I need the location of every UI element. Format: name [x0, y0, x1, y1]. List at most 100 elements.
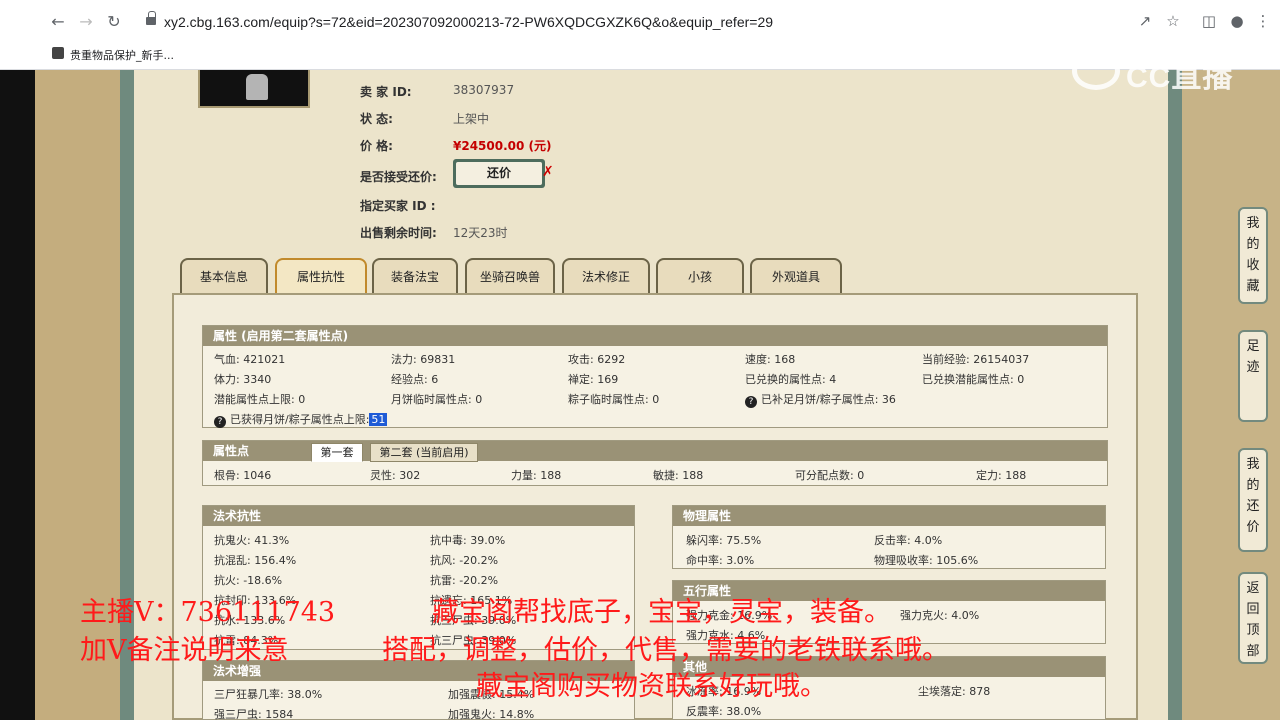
tab-children[interactable]: 小孩 [656, 258, 744, 294]
attr-cell: 潜能属性点上限: 0 [214, 393, 306, 406]
points-cell: 可分配点数: 0 [795, 469, 865, 482]
physical-cell: 物理吸收率: 105.6% [874, 554, 979, 567]
attr-cell: 已兑换潜能属性点: 0 [922, 373, 1025, 386]
tab-basic-info[interactable]: 基本信息 [180, 258, 268, 294]
sidepanel-icon[interactable]: ◫ [1200, 12, 1218, 30]
tab-attributes[interactable]: 属性抗性 [275, 258, 367, 294]
physical-title: 物理属性 [673, 506, 1105, 526]
resist-cell: 抗雷: -20.2% [430, 574, 499, 587]
points-cell: 敏捷: 188 [653, 469, 704, 482]
close-icon: ✗ [542, 164, 554, 180]
float-nav-char: 顶 [1246, 623, 1260, 638]
page-edge [0, 70, 35, 720]
attr-cell: 禅定: 169 [568, 373, 619, 386]
float-nav-char: 收 [1246, 258, 1260, 273]
resist-cell: 抗混乱: 156.4% [214, 554, 297, 567]
other-cell: 反震率: 38.0% [686, 705, 762, 718]
attr-cell: 月饼临时属性点: 0 [391, 393, 483, 406]
attr-cell: ? 已补足月饼/粽子属性点: 36 [745, 391, 896, 408]
cc-watermark: CC直播 [1126, 61, 1234, 94]
physical-cell: 反击率: 4.0% [874, 534, 943, 547]
attr-cell-text: 已补足月饼/粽子属性点: 36 [761, 393, 896, 406]
attr-cell: 当前经验: 26154037 [922, 353, 1030, 366]
enhance-cell: 强三尸虫: 1584 [214, 708, 294, 720]
favorites-button[interactable]: 我的收藏 [1238, 207, 1268, 304]
share-icon[interactable]: ↗ [1136, 12, 1154, 30]
tab-spell-mods[interactable]: 法术修正 [562, 258, 650, 294]
attr-cell: 攻击: 6292 [568, 353, 626, 366]
float-nav-char: 还 [1246, 499, 1260, 514]
status-value: 上架中 [453, 112, 490, 126]
cc-logo-icon [1072, 52, 1120, 90]
attr-cell: 粽子临时属性点: 0 [568, 393, 660, 406]
overlay-purchase: 藏宝阁购买物资联系好玩哦。 [476, 671, 827, 702]
points-cell: 根骨: 1046 [214, 469, 272, 482]
overlay-services-2: 搭配，调整，估价，代售，需要的老铁联系哦。 [382, 635, 949, 666]
tab-mounts-pets[interactable]: 坐骑召唤兽 [465, 258, 555, 294]
resist-cell: 抗风: -20.2% [430, 554, 499, 567]
attr-cell: 经验点: 6 [391, 373, 439, 386]
tab-appearance[interactable]: 外观道具 [750, 258, 842, 294]
haggle-label: 是否接受还价: [360, 170, 437, 184]
enhance-cell: 三尸狂暴几率: 38.0% [214, 688, 323, 701]
tab-point-set-1[interactable]: 第一套 [311, 443, 363, 462]
points-cell: 力量: 188 [511, 469, 562, 482]
resist-title: 法术抗性 [203, 506, 634, 526]
attr-cell: 速度: 168 [745, 353, 796, 366]
help-icon[interactable]: ? [214, 416, 226, 428]
tab-point-set-2[interactable]: 第二套 (当前启用) [370, 443, 478, 462]
haggle-button[interactable]: 还价 [453, 159, 545, 188]
float-nav-char: 价 [1246, 520, 1260, 535]
buyer-id-label: 指定买家 ID : [360, 199, 436, 213]
seller-id-value: 38307937 [453, 83, 515, 97]
attr-cell: 气血: 421021 [214, 353, 286, 366]
status-label: 状 态: [360, 112, 393, 126]
resist-cell: 抗火: -18.6% [214, 574, 283, 587]
float-nav-char: 返 [1246, 581, 1260, 596]
attributes-title: 属性 (启用第二套属性点) [203, 326, 1107, 346]
star-icon[interactable]: ☆ [1164, 12, 1182, 30]
remaining-time-value: 12天23时 [453, 226, 508, 240]
float-nav-char: 我 [1246, 216, 1260, 231]
price-label: 价 格: [360, 139, 393, 153]
float-nav-char: 我 [1246, 457, 1260, 472]
right-frame [1168, 70, 1182, 720]
enhance-cell: 加强鬼火: 14.8% [448, 708, 535, 720]
float-nav-char: 藏 [1246, 279, 1260, 294]
float-nav-char: 足 [1246, 339, 1260, 354]
forward-icon[interactable]: → [76, 12, 96, 32]
elements-cell: 强力克火: 4.0% [900, 609, 980, 622]
price-value: ¥24500.00 (元) [453, 139, 552, 153]
help-icon[interactable]: ? [745, 396, 757, 408]
overlay-services: 藏宝阁帮找底子，宝宝，灵宝，装备。 [432, 597, 891, 628]
attr-note-text: 已获得月饼/粽子属性点上限: [230, 413, 370, 426]
address-bar[interactable]: xy2.cbg.163.com/equip?s=72&eid=202307092… [138, 7, 1258, 37]
tab-equipment[interactable]: 装备法宝 [372, 258, 458, 294]
attr-cell: 已兑换的属性点: 4 [745, 373, 837, 386]
profile-icon[interactable]: ● [1228, 12, 1246, 30]
float-nav-char: 回 [1246, 602, 1260, 617]
back-to-top-button[interactable]: 返回顶部 [1238, 572, 1268, 664]
overlay-contact: 主播V：736111743 [80, 597, 336, 628]
other-cell: 尘埃落定: 878 [918, 685, 991, 698]
attr-note-value: 51 [369, 413, 388, 426]
points-cell: 定力: 188 [976, 469, 1027, 482]
bookmark-icon [52, 47, 64, 59]
haggle-button-label: 还价 [456, 162, 542, 185]
physical-cell: 躲闪率: 75.5% [686, 534, 762, 547]
my-offers-button[interactable]: 我的还价 [1238, 448, 1268, 552]
points-cell: 灵性: 302 [370, 469, 421, 482]
menu-icon[interactable]: ⋮ [1254, 12, 1272, 30]
attr-note: ? 已获得月饼/粽子属性点上限: 51 [214, 411, 388, 428]
character-avatar [198, 70, 310, 108]
bookmark-link[interactable]: 贵重物品保护_新手... [70, 47, 174, 63]
physical-cell: 命中率: 3.0% [686, 554, 755, 567]
overlay-note: 加V备注说明来意 [80, 635, 289, 666]
seller-id-label: 卖 家 ID: [360, 85, 412, 99]
history-button[interactable]: 足迹 [1238, 330, 1268, 422]
float-nav-char: 的 [1246, 237, 1260, 252]
back-icon[interactable]: ← [48, 12, 68, 32]
character-figure [246, 74, 268, 100]
remaining-time-label: 出售剩余时间: [360, 226, 437, 240]
reload-icon[interactable]: ↻ [104, 12, 124, 32]
